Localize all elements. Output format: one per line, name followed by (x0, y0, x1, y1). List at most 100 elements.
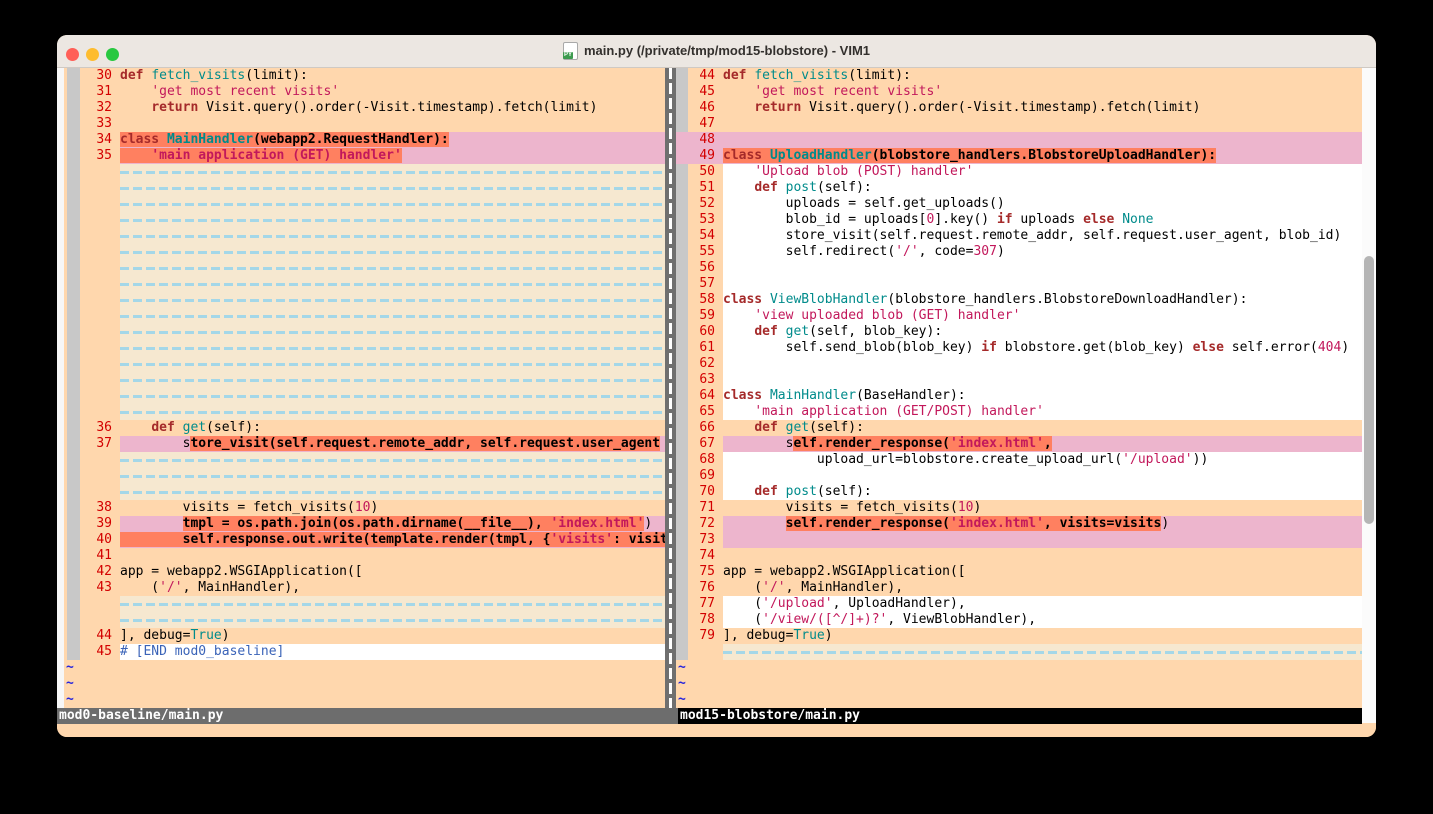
diff-filler-line[interactable] (64, 484, 665, 500)
code-text[interactable]: def post(self): (723, 484, 1362, 500)
code-text[interactable]: class UploadHandler(blobstore_handlers.B… (723, 148, 1362, 164)
right-scrollbar-track[interactable] (1362, 68, 1376, 723)
deleted-line-dashes[interactable] (120, 356, 665, 372)
code-text[interactable]: def fetch_visits(limit): (723, 68, 1362, 84)
code-line[interactable]: 36 def get(self): (64, 420, 665, 436)
code-line[interactable]: 74 (676, 548, 1362, 564)
code-text[interactable] (120, 548, 665, 564)
diff-filler-line[interactable] (64, 452, 665, 468)
code-text[interactable]: 'get most recent visits' (723, 84, 1362, 100)
code-text[interactable]: ('/view/([^/]+)?', ViewBlobHandler), (723, 612, 1362, 628)
code-text[interactable] (723, 132, 1362, 148)
code-line[interactable]: 72 self.render_response('index.html', vi… (676, 516, 1362, 532)
code-line[interactable]: 64class MainHandler(BaseHandler): (676, 388, 1362, 404)
deleted-line-dashes[interactable] (120, 404, 665, 420)
deleted-line-dashes[interactable] (120, 612, 665, 628)
deleted-line-dashes[interactable] (120, 388, 665, 404)
code-line[interactable]: 45 'get most recent visits' (676, 84, 1362, 100)
deleted-line-dashes[interactable] (120, 468, 665, 484)
code-line[interactable]: 46 return Visit.query().order(-Visit.tim… (676, 100, 1362, 116)
diff-filler-line[interactable] (64, 196, 665, 212)
diff-filler-line[interactable] (64, 404, 665, 420)
code-text[interactable]: self.send_blob(blob_key) if blobstore.ge… (723, 340, 1362, 356)
diff-filler-line[interactable] (64, 164, 665, 180)
code-text[interactable]: self.render_response('index.html', visit… (723, 516, 1362, 532)
code-line[interactable]: 55 self.redirect('/', code=307) (676, 244, 1362, 260)
code-line[interactable]: 39 tmpl = os.path.join(os.path.dirname(_… (64, 516, 665, 532)
code-text[interactable]: 'view uploaded blob (GET) handler' (723, 308, 1362, 324)
code-line[interactable]: 79], debug=True) (676, 628, 1362, 644)
deleted-line-dashes[interactable] (120, 372, 665, 388)
code-line[interactable]: 38 visits = fetch_visits(10) (64, 500, 665, 516)
code-text[interactable]: ('/', MainHandler), (723, 580, 1362, 596)
diff-filler-line[interactable] (64, 468, 665, 484)
diff-filler-line[interactable] (64, 276, 665, 292)
code-text[interactable]: app = webapp2.WSGIApplication([ (723, 564, 1362, 580)
code-text[interactable]: class ViewBlobHandler(blobstore_handlers… (723, 292, 1362, 308)
code-line[interactable]: 50 'Upload blob (POST) handler' (676, 164, 1362, 180)
code-text[interactable]: def get(self): (723, 420, 1362, 436)
code-text[interactable] (723, 116, 1362, 132)
code-text[interactable]: tmpl = os.path.join(os.path.dirname(__fi… (120, 516, 665, 532)
code-line[interactable]: 40 self.response.out.write(template.rend… (64, 532, 665, 548)
code-text[interactable]: blob_id = uploads[0].key() if uploads el… (723, 212, 1362, 228)
code-line[interactable]: 71 visits = fetch_visits(10) (676, 500, 1362, 516)
code-text[interactable]: ('/upload', UploadHandler), (723, 596, 1362, 612)
diff-filler-line[interactable] (64, 244, 665, 260)
diff-filler-line[interactable] (64, 372, 665, 388)
deleted-line-dashes[interactable] (120, 212, 665, 228)
code-line[interactable]: 57 (676, 276, 1362, 292)
diff-filler-line[interactable] (64, 596, 665, 612)
diff-filler-line[interactable] (64, 388, 665, 404)
code-line[interactable]: 67 self.render_response('index.html', (676, 436, 1362, 452)
code-text[interactable]: class MainHandler(BaseHandler): (723, 388, 1362, 404)
deleted-line-dashes[interactable] (120, 308, 665, 324)
code-text[interactable] (723, 356, 1362, 372)
code-line[interactable]: 47 (676, 116, 1362, 132)
code-line[interactable]: 70 def post(self): (676, 484, 1362, 500)
code-text[interactable]: def get(self): (120, 420, 665, 436)
code-text[interactable]: ('/', MainHandler), (120, 580, 665, 596)
code-line[interactable]: 52 uploads = self.get_uploads() (676, 196, 1362, 212)
deleted-line-dashes[interactable] (120, 164, 665, 180)
code-text[interactable]: def fetch_visits(limit): (120, 68, 665, 84)
code-line[interactable]: 44def fetch_visits(limit): (676, 68, 1362, 84)
diff-filler-line[interactable] (64, 612, 665, 628)
deleted-line-dashes[interactable] (120, 244, 665, 260)
code-text[interactable]: return Visit.query().order(-Visit.timest… (723, 100, 1362, 116)
code-line[interactable]: 43 ('/', MainHandler), (64, 580, 665, 596)
deleted-line-dashes[interactable] (120, 324, 665, 340)
code-text[interactable]: ], debug=True) (723, 628, 1362, 644)
deleted-line-dashes[interactable] (120, 276, 665, 292)
deleted-line-dashes[interactable] (120, 340, 665, 356)
diff-filler-line[interactable] (64, 228, 665, 244)
code-text[interactable]: visits = fetch_visits(10) (120, 500, 665, 516)
code-line[interactable]: 63 (676, 372, 1362, 388)
code-text[interactable]: uploads = self.get_uploads() (723, 196, 1362, 212)
diff-filler-line[interactable] (64, 212, 665, 228)
code-line[interactable]: 56 (676, 260, 1362, 276)
code-line[interactable]: 31 'get most recent visits' (64, 84, 665, 100)
right-scrollbar-thumb[interactable] (1364, 256, 1374, 524)
code-line[interactable]: 61 self.send_blob(blob_key) if blobstore… (676, 340, 1362, 356)
diff-filler-line[interactable] (64, 180, 665, 196)
code-text[interactable]: def get(self, blob_key): (723, 324, 1362, 340)
code-line[interactable]: 33 (64, 116, 665, 132)
left-scrollbar-track[interactable] (57, 68, 64, 708)
code-text[interactable] (723, 372, 1362, 388)
deleted-line-dashes[interactable] (120, 484, 665, 500)
code-line[interactable]: 76 ('/', MainHandler), (676, 580, 1362, 596)
code-text[interactable]: class MainHandler(webapp2.RequestHandler… (120, 132, 665, 148)
code-text[interactable]: 'Upload blob (POST) handler' (723, 164, 1362, 180)
code-text[interactable]: app = webapp2.WSGIApplication([ (120, 564, 665, 580)
code-line[interactable]: 69 (676, 468, 1362, 484)
deleted-line-dashes[interactable] (120, 596, 665, 612)
code-text[interactable] (723, 260, 1362, 276)
code-text[interactable] (723, 532, 1362, 548)
code-line[interactable]: 32 return Visit.query().order(-Visit.tim… (64, 100, 665, 116)
code-line[interactable]: 54 store_visit(self.request.remote_addr,… (676, 228, 1362, 244)
code-line[interactable]: 51 def post(self): (676, 180, 1362, 196)
code-line[interactable]: 60 def get(self, blob_key): (676, 324, 1362, 340)
code-text[interactable]: # [END mod0_baseline] (120, 644, 665, 660)
code-text[interactable]: self.response.out.write(template.render(… (120, 532, 665, 548)
